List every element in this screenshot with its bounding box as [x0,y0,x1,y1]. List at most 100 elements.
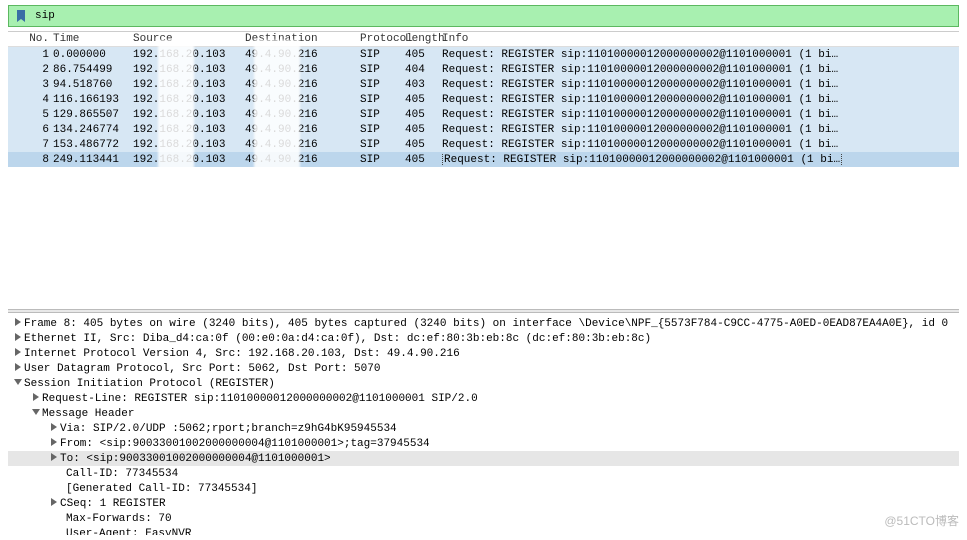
cell-len: 405 [405,139,440,151]
cell-proto: SIP [360,79,405,91]
cell-len: 403 [405,79,440,91]
cell-no: 5 [8,109,53,121]
cell-proto: SIP [360,139,405,151]
cell-len: 405 [405,49,440,61]
packet-row[interactable]: 286.754499192.168.20.10349.4.90.216SIP40… [8,62,959,77]
tree-frame[interactable]: Frame 8: 405 bytes on wire (3240 bits), … [8,316,959,331]
expand-icon[interactable] [30,393,42,405]
cell-info: Request: REGISTER sip:110100000120000000… [440,154,959,166]
expand-icon[interactable] [48,423,60,435]
cell-time: 116.166193 [53,94,133,106]
cell-proto: SIP [360,154,405,166]
cell-info: Request: REGISTER sip:110100000120000000… [440,124,959,136]
packet-row[interactable]: 4116.166193192.168.20.10349.4.90.216SIP4… [8,92,959,107]
col-len[interactable]: Length [405,33,440,45]
cell-src: 192.168.20.103 [133,94,245,106]
cell-proto: SIP [360,94,405,106]
tree-to[interactable]: To: <sip:90033001002000000004@1101000001… [8,451,959,466]
expand-icon[interactable] [48,453,60,465]
cell-info: Request: REGISTER sip:110100000120000000… [440,94,959,106]
cell-no: 7 [8,139,53,151]
cell-dst: 49.4.90.216 [245,109,360,121]
cell-src: 192.168.20.103 [133,124,245,136]
cell-src: 192.168.20.103 [133,154,245,166]
tree-sip[interactable]: Session Initiation Protocol (REGISTER) [8,376,959,391]
expand-icon[interactable] [48,498,60,510]
cell-time: 129.865507 [53,109,133,121]
cell-dst: 49.4.90.216 [245,154,360,166]
tree-message-header[interactable]: Message Header [8,406,959,421]
cell-time: 249.113441 [53,154,133,166]
packet-row[interactable]: 10.000000192.168.20.10349.4.90.216SIP405… [8,47,959,62]
cell-no: 8 [8,154,53,166]
packet-list-pane[interactable]: No. Time Source Destination Protocol Len… [8,31,959,309]
cell-info: Request: REGISTER sip:110100000120000000… [440,109,959,121]
tree-gencall[interactable]: [Generated Call-ID: 77345534] [8,481,959,496]
col-no[interactable]: No. [8,33,53,45]
cell-time: 86.754499 [53,64,133,76]
cell-src: 192.168.20.103 [133,79,245,91]
display-filter-input[interactable] [33,9,958,23]
cell-dst: 49.4.90.216 [245,139,360,151]
cell-src: 192.168.20.103 [133,109,245,121]
cell-no: 4 [8,94,53,106]
cell-time: 134.246774 [53,124,133,136]
cell-dst: 49.4.90.216 [245,49,360,61]
cell-info: Request: REGISTER sip:110100000120000000… [440,139,959,151]
tree-ip[interactable]: Internet Protocol Version 4, Src: 192.16… [8,346,959,361]
cell-dst: 49.4.90.216 [245,79,360,91]
cell-src: 192.168.20.103 [133,139,245,151]
tree-callid[interactable]: Call-ID: 77345534 [8,466,959,481]
cell-dst: 49.4.90.216 [245,94,360,106]
tree-cseq[interactable]: CSeq: 1 REGISTER [8,496,959,511]
cell-info: Request: REGISTER sip:110100000120000000… [440,79,959,91]
packet-details-pane[interactable]: Frame 8: 405 bytes on wire (3240 bits), … [8,313,959,535]
collapse-icon[interactable] [12,378,24,390]
tree-ua[interactable]: User-Agent: EasyNVR [8,526,959,535]
tree-maxfwd[interactable]: Max-Forwards: 70 [8,511,959,526]
packet-row[interactable]: 394.518760192.168.20.10349.4.90.216SIP40… [8,77,959,92]
tree-udp[interactable]: User Datagram Protocol, Src Port: 5062, … [8,361,959,376]
bookmark-icon[interactable] [9,9,33,23]
tree-via[interactable]: Via: SIP/2.0/UDP :5062;rport;branch=z9hG… [8,421,959,436]
cell-proto: SIP [360,49,405,61]
expand-icon[interactable] [12,318,24,330]
expand-icon[interactable] [12,348,24,360]
cell-len: 405 [405,109,440,121]
watermark: @51CTO博客 [884,512,959,529]
cell-src: 192.168.20.103 [133,49,245,61]
col-dst[interactable]: Destination [245,33,360,45]
cell-len: 405 [405,124,440,136]
cell-no: 2 [8,64,53,76]
cell-time: 0.000000 [53,49,133,61]
col-src[interactable]: Source [133,33,245,45]
cell-no: 3 [8,79,53,91]
cell-proto: SIP [360,64,405,76]
cell-info: Request: REGISTER sip:110100000120000000… [440,64,959,76]
tree-request-line[interactable]: Request-Line: REGISTER sip:1101000001200… [8,391,959,406]
tree-eth[interactable]: Ethernet II, Src: Diba_d4:ca:0f (00:e0:0… [8,331,959,346]
expand-icon[interactable] [12,333,24,345]
cell-info: Request: REGISTER sip:110100000120000000… [440,49,959,61]
cell-len: 405 [405,154,440,166]
cell-time: 153.486772 [53,139,133,151]
cell-proto: SIP [360,124,405,136]
col-info[interactable]: Info [440,33,959,45]
expand-icon[interactable] [48,438,60,450]
cell-time: 94.518760 [53,79,133,91]
col-proto[interactable]: Protocol [360,33,405,45]
packet-row[interactable]: 6134.246774192.168.20.10349.4.90.216SIP4… [8,122,959,137]
tree-from[interactable]: From: <sip:90033001002000000004@11010000… [8,436,959,451]
packet-row[interactable]: 7153.486772192.168.20.10349.4.90.216SIP4… [8,137,959,152]
packet-row[interactable]: 5129.865507192.168.20.10349.4.90.216SIP4… [8,107,959,122]
cell-no: 1 [8,49,53,61]
collapse-icon[interactable] [30,408,42,420]
packet-list-header: No. Time Source Destination Protocol Len… [8,32,959,47]
packet-row[interactable]: 8249.113441192.168.20.10349.4.90.216SIP4… [8,152,959,167]
display-filter-bar[interactable] [8,5,959,27]
cell-src: 192.168.20.103 [133,64,245,76]
cell-proto: SIP [360,109,405,121]
expand-icon[interactable] [12,363,24,375]
cell-dst: 49.4.90.216 [245,64,360,76]
col-time[interactable]: Time [53,33,133,45]
